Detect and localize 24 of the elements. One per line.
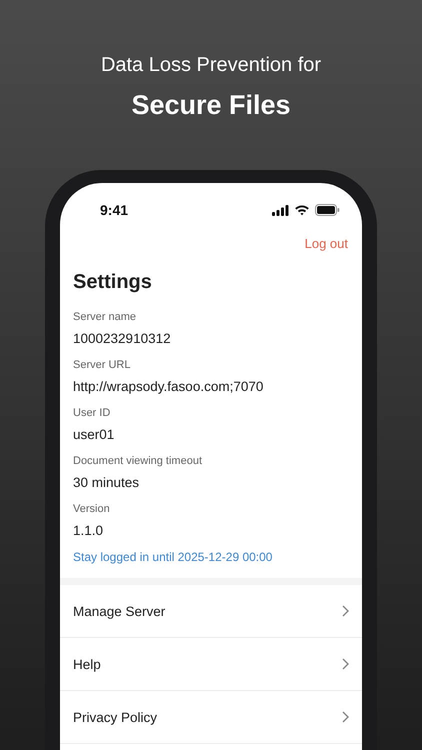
status-time: 9:41 — [100, 202, 128, 218]
chevron-icon — [342, 658, 349, 670]
field-label: Server URL — [73, 358, 132, 372]
menu-item[interactable]: Manage Server — [60, 585, 362, 638]
menu-item[interactable]: Help — [60, 638, 362, 691]
session-note: Stay logged in until 2025-12-29 00:00 — [73, 550, 274, 564]
headline-title: Secure Files — [130, 89, 292, 122]
chevron-icon — [342, 605, 349, 617]
page-title: Settings — [72, 270, 153, 294]
field-value: user01 — [73, 426, 116, 443]
field-value: 1000232910312 — [73, 330, 172, 347]
battery-icon — [315, 204, 340, 216]
field-label: User ID — [73, 406, 112, 420]
wifi-icon — [294, 204, 310, 216]
headline-subtitle: Data Loss Prevention for — [100, 53, 322, 78]
field-value: 30 minutes — [73, 474, 140, 491]
field-label: Server name — [73, 310, 137, 324]
field-value: 1.1.0 — [73, 522, 104, 539]
chevron-icon — [342, 711, 349, 723]
signal-icon — [272, 204, 289, 216]
field-value: http://wrapsody.fasoo.com;7070 — [73, 378, 264, 395]
field-label: Version — [73, 502, 111, 516]
field-label: Document viewing timeout — [73, 454, 204, 468]
menu-item[interactable]: Privacy Policy — [60, 691, 362, 744]
